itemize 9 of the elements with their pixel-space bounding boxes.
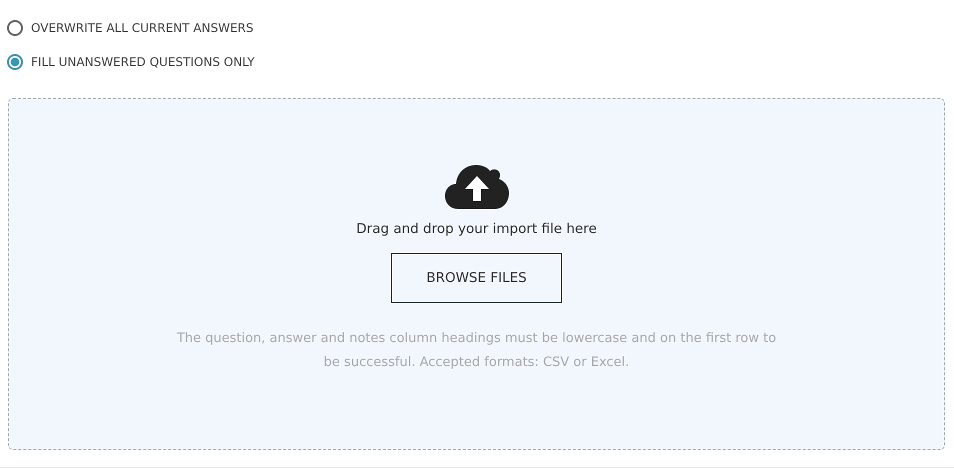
radio-button[interactable] <box>7 54 23 70</box>
browse-files-button[interactable]: BROWSE FILES <box>391 253 562 303</box>
cloud-upload-icon <box>444 163 508 209</box>
radio-option[interactable]: OVERWRITE ALL CURRENT ANSWERS <box>7 18 254 38</box>
drop-prompt: Drag and drop your import file here <box>356 221 597 237</box>
format-hint: The question, answer and notes column headings must be lowercase and on the first row to be successful. Accepted formats: CSV or Excel. <box>176 330 776 372</box>
drop-zone[interactable]: Drag and drop your import file here BROWSE FILES The question, answer and notes column headings must be lowercase and on the first row to be successful. Accepted formats: CSV or Excel. <box>8 98 945 450</box>
radio-button[interactable] <box>7 20 23 36</box>
radio-option[interactable]: FILL UNANSWERED QUESTIONS ONLY <box>7 52 255 72</box>
